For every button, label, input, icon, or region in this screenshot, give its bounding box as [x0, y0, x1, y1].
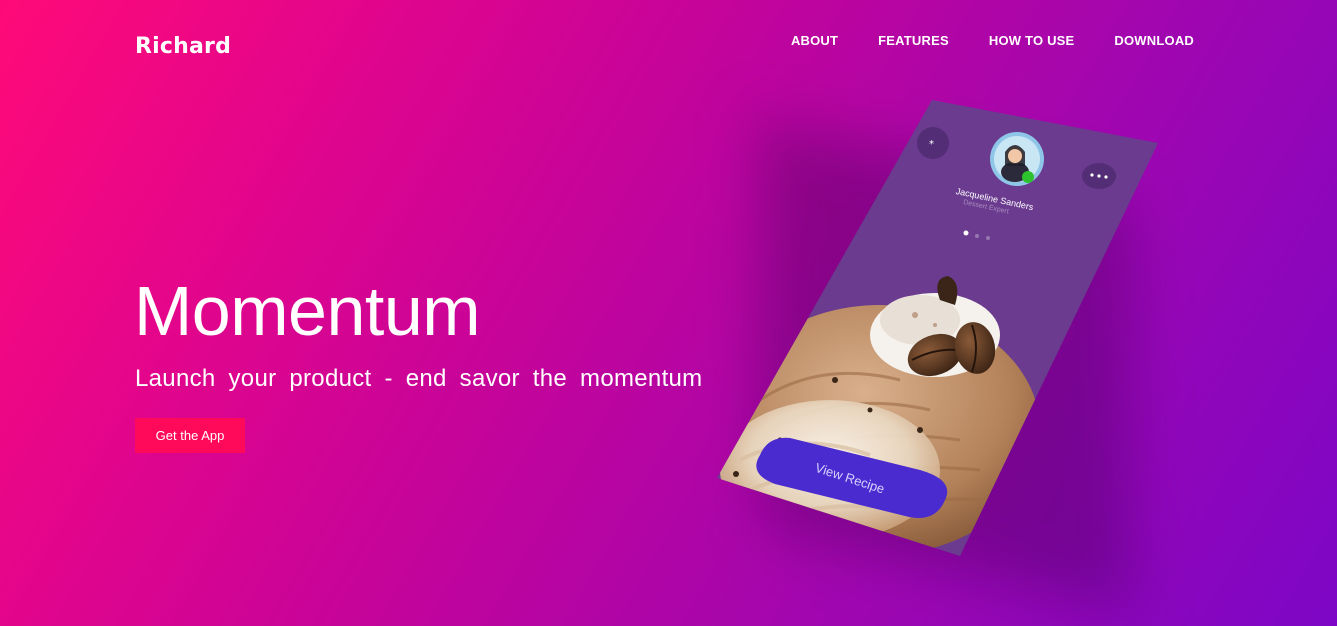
- dessert-image: [720, 305, 1040, 555]
- hero-title: Momentum: [134, 272, 481, 350]
- top-navigation: Richard ABOUT FEATURES HOW TO USE DOWNLO…: [0, 0, 1337, 90]
- phone-screen: [717, 100, 1158, 556]
- nav-link-about[interactable]: ABOUT: [791, 33, 838, 48]
- more-icon: [1090, 173, 1108, 179]
- pager-dot-active: [963, 230, 969, 236]
- profile-name: Jacqueline Sanders: [954, 186, 1035, 213]
- get-app-button[interactable]: Get the App: [135, 418, 245, 453]
- hero-subtitle: Launch your product - end savor the mome…: [135, 365, 703, 392]
- brand-logo[interactable]: Richard: [135, 34, 231, 59]
- more-icon-bg: [1082, 163, 1116, 189]
- view-recipe-label[interactable]: View Recipe: [813, 460, 886, 497]
- profile-role: Dessert Expert: [962, 199, 1010, 216]
- nav-link-download[interactable]: DOWNLOAD: [1114, 33, 1194, 48]
- nav-link-features[interactable]: FEATURES: [878, 33, 949, 48]
- star-icon: *: [929, 139, 934, 150]
- nav-menu: ABOUT FEATURES HOW TO USE DOWNLOAD: [791, 33, 1194, 48]
- view-recipe-button: [756, 437, 948, 518]
- phone-shadow: [760, 120, 1130, 610]
- star-icon-bg: [917, 127, 949, 159]
- online-status-dot: [1022, 171, 1034, 183]
- nav-link-how-to-use[interactable]: HOW TO USE: [989, 33, 1075, 48]
- avatar: [990, 132, 1044, 186]
